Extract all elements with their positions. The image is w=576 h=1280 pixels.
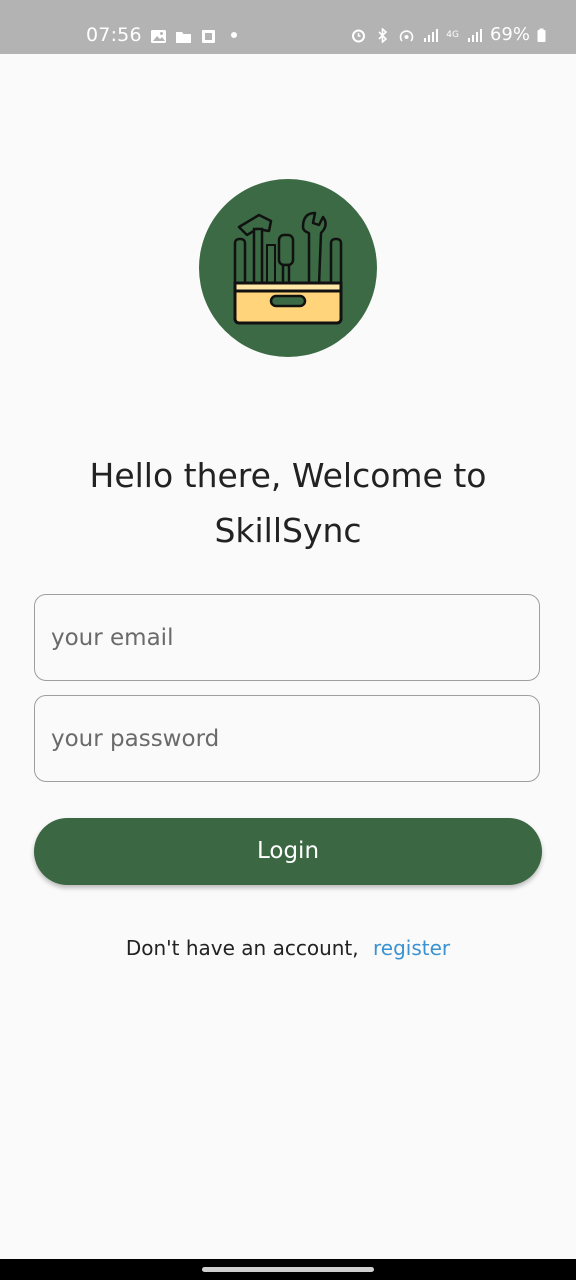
battery-icon [537, 27, 546, 42]
status-bar: 07:56 4G 69% [0, 0, 576, 54]
gallery-icon [150, 28, 167, 43]
toolbox-icon [233, 211, 343, 325]
signal-icon [422, 27, 439, 42]
status-bar-left: 07:56 [86, 24, 237, 46]
status-bar-right: 4G 69% [350, 24, 546, 45]
hotspot-icon [398, 27, 415, 42]
status-time: 07:56 [86, 24, 142, 46]
app-logo [199, 179, 377, 357]
login-button[interactable]: Login [34, 818, 542, 885]
welcome-heading: Hello there, Welcome to SkillSync [89, 456, 487, 550]
email-input[interactable] [35, 595, 539, 680]
folder-icon [175, 28, 192, 43]
register-row: Don't have an account, register [0, 936, 576, 960]
sim-icon [200, 28, 217, 43]
home-indicator[interactable] [202, 1267, 374, 1272]
signal-icon [466, 27, 483, 42]
register-link[interactable]: register [373, 936, 450, 960]
alarm-icon [350, 27, 367, 43]
password-field[interactable] [34, 695, 540, 782]
navigation-bar [0, 1259, 576, 1280]
network-type: 4G [446, 29, 459, 40]
battery-percent: 69% [489, 24, 530, 45]
bluetooth-icon [374, 27, 391, 44]
password-input[interactable] [35, 696, 539, 781]
notification-dot-icon [230, 32, 237, 38]
email-field[interactable] [34, 594, 540, 681]
register-prompt: Don't have an account, [125, 936, 359, 960]
